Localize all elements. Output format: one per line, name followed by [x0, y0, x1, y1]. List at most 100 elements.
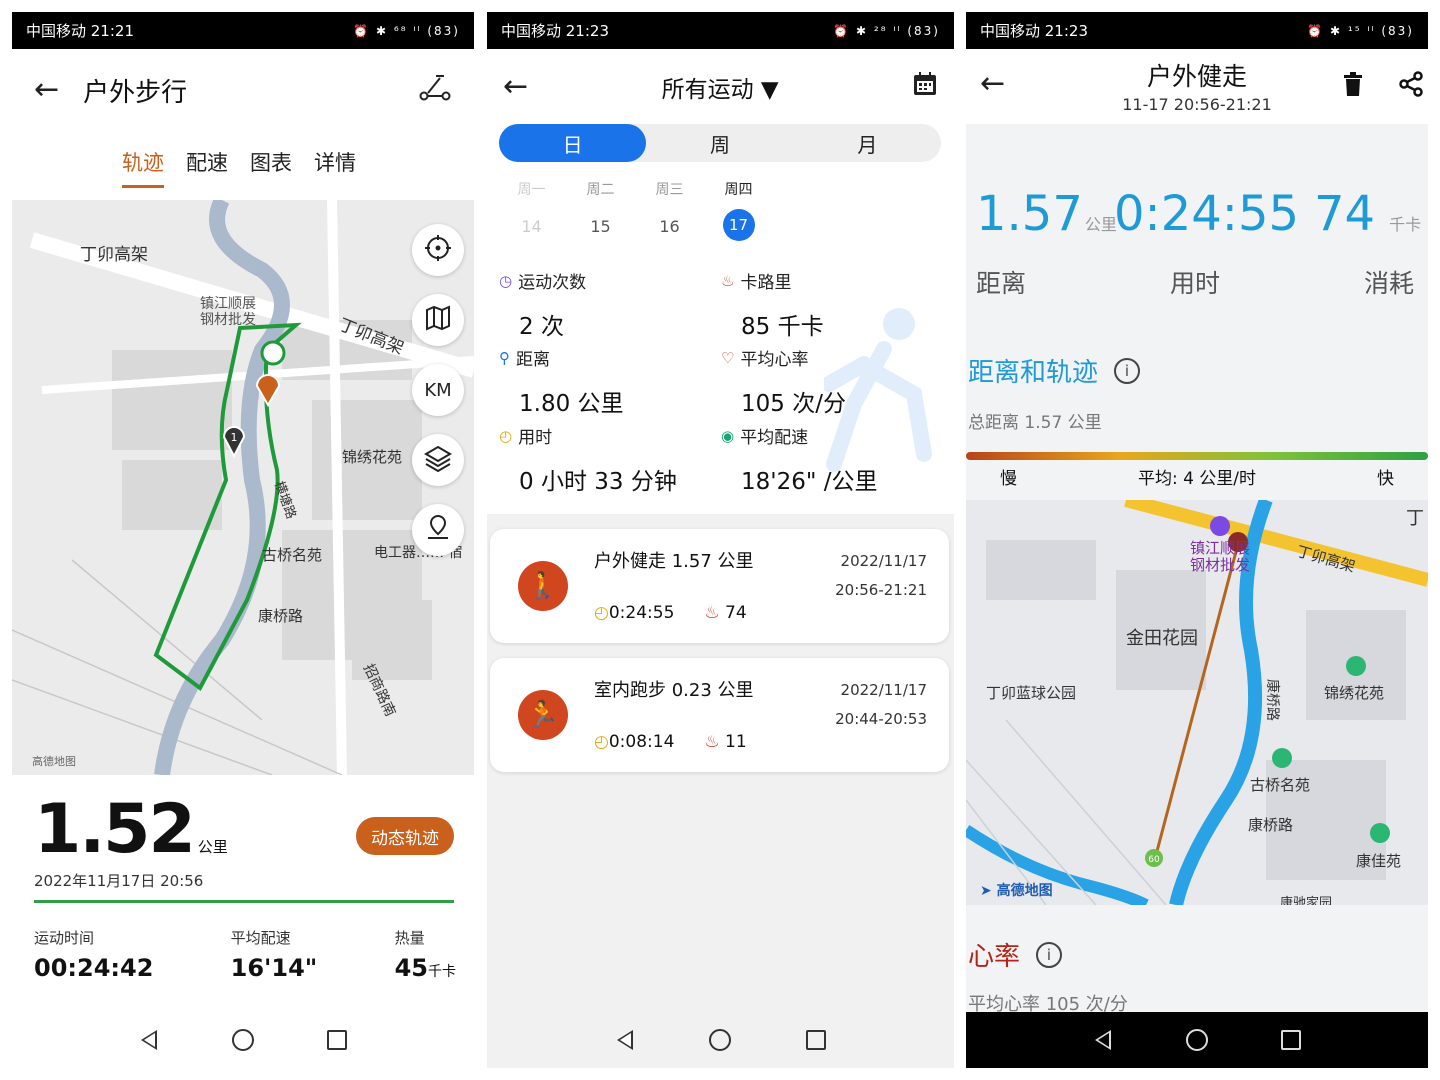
- summary-value: 105 次/分: [741, 391, 846, 417]
- detail-body: 1.57 公里 0:24:55 74 千卡 距离 用时 消耗 距离和轨迹 i 总距离 …: [966, 124, 1428, 1015]
- day-item[interactable]: 周三 16: [635, 179, 704, 241]
- nav-home-button[interactable]: [231, 1028, 255, 1052]
- label-text: 用时: [518, 428, 553, 448]
- workout-filter-dropdown[interactable]: 所有运动 ▼: [528, 70, 912, 104]
- nav-recents-button[interactable]: [804, 1028, 828, 1052]
- status-bar: 中国移动 21:23 ⏰ ✱ ²⁸ ᴵˡ (83): [487, 12, 954, 49]
- summary-calories: ♨ 卡路里 85 千卡: [721, 268, 931, 341]
- square-recents-icon: [327, 1030, 347, 1050]
- segment-week[interactable]: 周: [646, 124, 793, 162]
- record-kcal: ♨ 11: [704, 732, 746, 752]
- nav-back-button[interactable]: [613, 1028, 637, 1052]
- stat-duration: 运动时间 00:24:42: [34, 927, 153, 982]
- record-title: 室内跑步 0.23 公里: [594, 680, 754, 701]
- workout-record-card[interactable]: 🏃 室内跑步 0.23 公里 2022/11/17 20:44-20:53 ◴0:…: [490, 658, 949, 772]
- route-icon[interactable]: [418, 72, 452, 108]
- map-label-lanqiu: 丁卯蓝球公园: [986, 684, 1077, 702]
- label-text: 距离: [516, 350, 550, 370]
- segment-month[interactable]: 月: [794, 124, 941, 162]
- day-item-selected[interactable]: 周四 17: [704, 179, 773, 241]
- location-pin-button[interactable]: [412, 504, 464, 556]
- pace-legend: 慢 平均: 4 公里/时 快: [1000, 464, 1394, 489]
- system-nav-bar: [12, 1012, 474, 1068]
- segment-day[interactable]: 日: [499, 124, 647, 162]
- status-bar: 中国移动 21:21 ⏰ ✱ ⁶⁸ ᴵˡ (83): [12, 12, 474, 49]
- nav-home-button[interactable]: [1185, 1028, 1209, 1052]
- day-item[interactable]: 周一 14: [497, 179, 566, 241]
- distance-icon: ⚲: [499, 348, 510, 367]
- nav-recents-button[interactable]: [1279, 1028, 1303, 1052]
- record-kcal: ♨ 74: [704, 603, 746, 623]
- page-title: 户外步行: [83, 77, 188, 108]
- summary-heart-rate: ♡ 平均心率 105 次/分: [721, 345, 931, 418]
- section-track-text: 距离和轨迹: [968, 358, 1099, 388]
- map-type-button[interactable]: [412, 294, 464, 346]
- distance-value: 1.52: [34, 790, 196, 869]
- summary-count: ◷ 运动次数 2 次: [499, 268, 709, 341]
- km-marker-button[interactable]: KM: [412, 364, 464, 416]
- tab-track[interactable]: 轨迹: [122, 147, 164, 188]
- section-track-title: 距离和轨迹 i: [968, 352, 1141, 389]
- record-meta: ◴0:08:14 ♨ 11: [594, 732, 747, 752]
- stat-calories: 热量 45千卡: [395, 927, 456, 982]
- running-icon: 🏃: [518, 690, 568, 740]
- lap-marker-number: 1: [231, 431, 238, 444]
- speed-icon: ◉: [721, 426, 735, 445]
- map-marker-label: 60: [1148, 855, 1160, 865]
- location-pin-icon: [425, 514, 451, 547]
- locate-button[interactable]: [412, 224, 464, 276]
- tab-pace[interactable]: 配速: [186, 147, 228, 188]
- share-icon[interactable]: [1398, 71, 1424, 103]
- pace-gradient-bar: [966, 452, 1428, 460]
- triangle-back-icon: [141, 1030, 157, 1050]
- record-time: 20:56-21:21: [835, 581, 927, 599]
- trash-icon[interactable]: [1342, 71, 1364, 103]
- day-name: 周三: [655, 182, 684, 198]
- label-text: 平均配速: [740, 428, 809, 448]
- day-item[interactable]: 周二 15: [566, 179, 635, 241]
- tab-bar: 轨迹 配速 图表 详情: [122, 147, 356, 188]
- map-label-jinxiu: 锦绣花苑: [1324, 684, 1385, 702]
- nav-home-button[interactable]: [708, 1028, 732, 1052]
- summary-label: ♡ 平均心率: [721, 345, 931, 371]
- big-time: 0:24:55: [1114, 186, 1300, 242]
- stat-label: 运动时间: [34, 929, 95, 947]
- back-arrow-icon[interactable]: ←: [503, 71, 528, 102]
- clock-icon: ◷: [499, 271, 513, 290]
- map-label-zhenjiang: 镇江顺展 钢材批发: [1190, 539, 1251, 574]
- track-map[interactable]: 60 镇江顺展 钢材批发 丁卯高架 金田花园 丁卯蓝球公园 锦绣花苑 古桥名苑 …: [966, 500, 1428, 905]
- big-kcal: 74 千卡: [1314, 186, 1421, 242]
- info-icon[interactable]: i: [1114, 357, 1141, 384]
- header: ← 所有运动 ▼: [487, 49, 954, 124]
- nav-recents-button[interactable]: [325, 1028, 349, 1052]
- track-map[interactable]: 1 丁卯高架 丁卯高架 镇江顺展 钢材批发 锦绣花苑 古桥名苑 康桥路 电工器……: [12, 200, 474, 775]
- carrier-time: 中国移动 21:21: [26, 22, 134, 40]
- workout-record-card[interactable]: 🚶 户外健走 1.57 公里 2022/11/17 20:56-21:21 ◴0:…: [490, 529, 949, 643]
- status-icons: ⏰ ✱ ²⁸ ᴵˡ (83): [833, 23, 940, 38]
- square-recents-icon: [1281, 1030, 1301, 1050]
- back-arrow-icon[interactable]: ←: [34, 75, 59, 105]
- carrier-time: 中国移动 21:23: [501, 22, 609, 40]
- divider: [34, 900, 454, 903]
- map-label-bottom: 康驰家园: [1280, 896, 1333, 905]
- distance-unit: 公里: [197, 838, 228, 856]
- info-icon[interactable]: i: [1036, 941, 1063, 968]
- dynamic-track-button[interactable]: 动态轨迹: [356, 817, 454, 855]
- tab-details[interactable]: 详情: [314, 147, 356, 188]
- layers-button[interactable]: [412, 434, 464, 486]
- timer-icon: ◴: [594, 732, 609, 752]
- tab-chart[interactable]: 图表: [250, 147, 292, 188]
- distance-display: 1.52 公里: [34, 790, 228, 869]
- map-label-kangqiao: 康桥路: [258, 607, 304, 625]
- circle-home-icon: [709, 1029, 732, 1051]
- amap-watermark: ➤ 高德地图: [980, 880, 1053, 900]
- big-distance-unit: 公里: [1084, 215, 1117, 234]
- summary-label: ♨ 卡路里: [721, 268, 931, 294]
- summary-distance: ⚲ 距离 1.80 公里: [499, 345, 709, 418]
- record-date: 2022/11/17: [840, 552, 927, 570]
- nav-back-button[interactable]: [137, 1028, 161, 1052]
- calendar-icon[interactable]: [912, 71, 938, 103]
- label-time: 用时: [1170, 269, 1221, 298]
- map-label-zhenjiang: 镇江顺展 钢材批发: [200, 296, 256, 328]
- nav-back-button[interactable]: [1091, 1028, 1115, 1052]
